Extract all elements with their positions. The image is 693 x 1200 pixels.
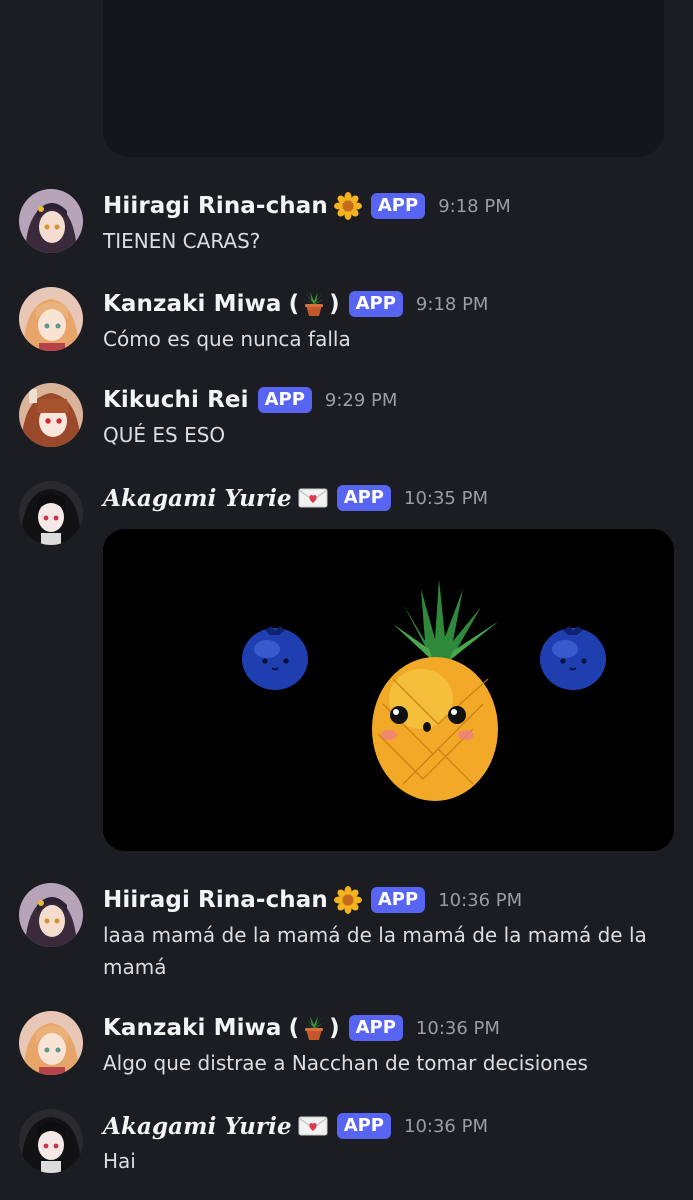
app-badge: APP [336, 485, 392, 511]
username[interactable]: Kikuchi Rei [103, 387, 249, 413]
message-header: Hiiragi Rina-chan APP [103, 189, 511, 223]
sunflower-icon [333, 886, 362, 914]
username[interactable]: Kanzaki Miwa [103, 1015, 282, 1041]
message-text: QUÉ ES ESO [103, 423, 226, 447]
username-paren-close: ) [329, 291, 340, 317]
message-header: Hiiragi Rina-chan APP [103, 883, 522, 917]
timestamp: 9:18 PM [438, 195, 511, 217]
timestamp: 10:36 PM [415, 1017, 500, 1039]
app-badge: APP [348, 1015, 403, 1041]
username-paren-open: ( [288, 1015, 300, 1041]
avatar-akagami-yurie[interactable] [19, 481, 83, 545]
potted-plant-icon [300, 290, 328, 318]
app-badge: APP [348, 291, 403, 317]
username[interactable]: Akagami Yurie [103, 1113, 292, 1140]
username[interactable]: Hiiragi Rina-chan [103, 193, 328, 219]
message-header: Kikuchi Rei APP 9:29 PM [103, 383, 397, 417]
message-header: Kanzaki Miwa ( ) APP 10:36 PM [103, 1011, 500, 1045]
message-text: Hai [103, 1149, 136, 1173]
avatar-akagami-yurie[interactable] [19, 1109, 83, 1173]
app-badge: APP [336, 1113, 392, 1139]
username[interactable]: Kanzaki Miwa [103, 291, 282, 317]
message-text: Algo que distrae a Nacchan de tomar deci… [103, 1051, 588, 1075]
app-badge: APP [370, 887, 426, 913]
chat-message-list: Hiiragi Rina-chan APP 9:18 PM TIENEN CAR… [0, 0, 693, 1200]
avatar-kanzaki-miwa[interactable] [19, 1011, 83, 1075]
love-letter-icon [298, 486, 328, 510]
app-badge: APP [257, 387, 312, 413]
sunflower-icon [333, 192, 362, 220]
message-text: Cómo es que nunca falla [103, 327, 351, 351]
message-header: Akagami Yurie APP 10:35 PM [103, 481, 488, 515]
timestamp: 10:36 PM [438, 889, 523, 911]
username-paren-open: ( [288, 291, 300, 317]
timestamp: 10:35 PM [404, 487, 488, 509]
timestamp: 10:36 PM [404, 1115, 488, 1137]
message-text: laaa mamá de la mamá de la mamá de la ma… [103, 923, 647, 979]
message-header: Kanzaki Miwa ( ) APP 9:18 PM [103, 287, 488, 321]
message-text: TIENEN CARAS? [103, 229, 261, 253]
avatar-hiiragi-rina[interactable] [19, 189, 83, 253]
timestamp: 9:29 PM [324, 389, 398, 411]
potted-plant-icon [300, 1014, 328, 1042]
username[interactable]: Hiiragi Rina-chan [103, 887, 328, 913]
app-badge: APP [370, 193, 426, 219]
avatar-hiiragi-rina[interactable] [19, 883, 83, 947]
previous-embed-bottom [103, 0, 664, 157]
timestamp: 9:18 PM [415, 293, 489, 315]
avatar-kanzaki-miwa[interactable] [19, 287, 83, 351]
message-header: Akagami Yurie APP 10:36 PM [103, 1109, 488, 1143]
image-attachment[interactable] [103, 529, 674, 851]
username[interactable]: Akagami Yurie [103, 485, 292, 512]
avatar-kikuchi-rei[interactable] [19, 383, 83, 447]
love-letter-icon [298, 1114, 328, 1138]
username-paren-close: ) [329, 1015, 340, 1041]
